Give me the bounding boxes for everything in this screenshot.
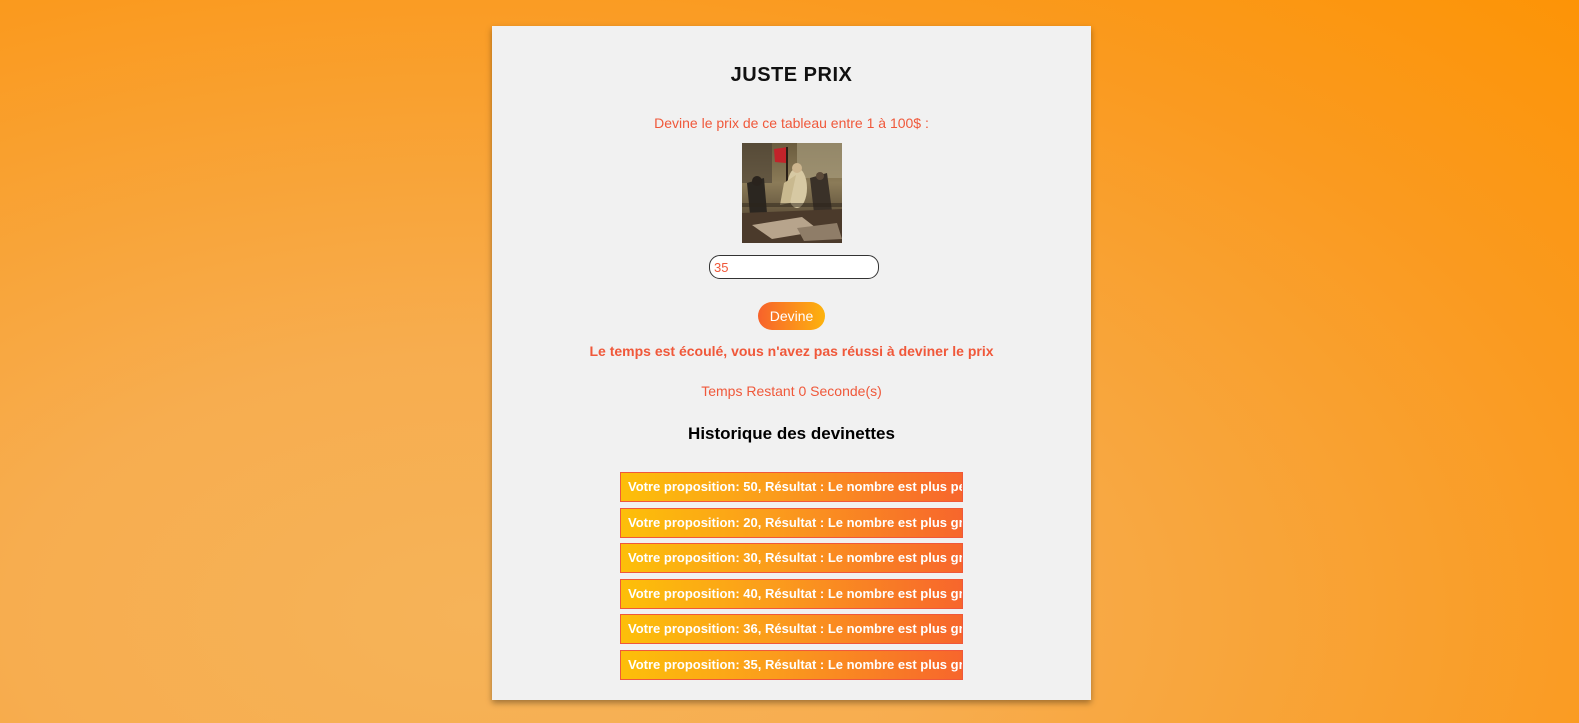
history-list: Votre proposition: 50, Résultat : Le nom… <box>620 472 963 685</box>
history-item: Votre proposition: 30, Résultat : Le nom… <box>620 543 963 573</box>
history-item: Votre proposition: 35, Résultat : Le nom… <box>620 649 963 680</box>
history-title: Historique des devinettes <box>688 424 895 443</box>
history-item: Votre proposition: 50, Résultat : Le nom… <box>620 472 963 502</box>
painting-image <box>742 143 842 243</box>
timeout-message: Le temps est écoulé, vous n'avez pas réu… <box>589 343 994 359</box>
game-card: JUSTE PRIX Devine le prix de ce tableau … <box>492 26 1091 700</box>
guess-button[interactable]: Devine <box>758 302 825 330</box>
page-title: JUSTE PRIX <box>730 64 853 86</box>
history-item: Votre proposition: 36, Résultat : Le nom… <box>620 614 963 644</box>
price-guess-input[interactable] <box>709 255 879 279</box>
price-prompt: Devine le prix de ce tableau entre 1 à 1… <box>654 115 929 131</box>
time-remaining: Temps Restant 0 Seconde(s) <box>701 383 882 399</box>
history-item: Votre proposition: 20, Résultat : Le nom… <box>620 507 963 538</box>
history-item: Votre proposition: 40, Résultat : Le nom… <box>620 578 963 609</box>
